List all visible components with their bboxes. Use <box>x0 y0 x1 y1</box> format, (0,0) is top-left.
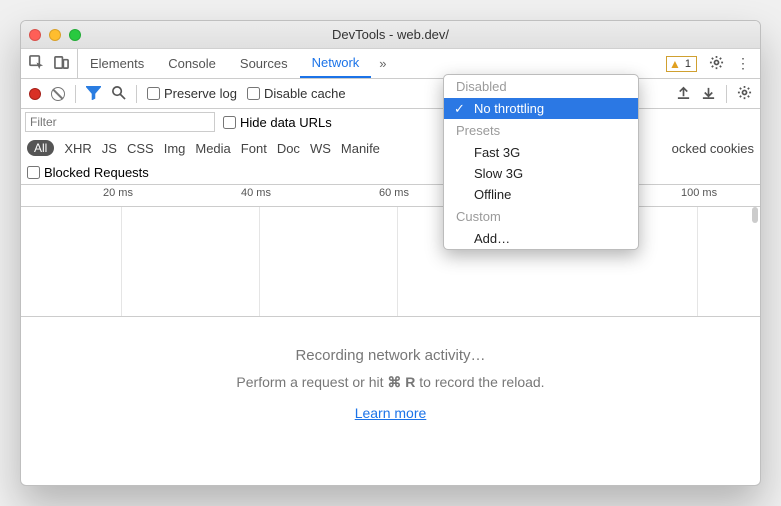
menu-item-offline[interactable]: Offline <box>444 184 638 205</box>
devtools-window: DevTools - web.dev/ Elements Console Sou… <box>20 20 761 486</box>
record-button[interactable] <box>29 88 41 100</box>
titlebar: DevTools - web.dev/ <box>21 21 760 49</box>
divider <box>75 85 76 103</box>
type-filter-row: All XHR JS CSS Img Media Font Doc WS Man… <box>21 135 760 161</box>
device-toolbar-icon[interactable] <box>54 55 69 73</box>
main-tabbar: Elements Console Sources Network » ▲ 1 ⋮ <box>21 49 760 79</box>
network-settings-icon[interactable] <box>737 85 752 103</box>
preserve-log-input[interactable] <box>147 87 160 100</box>
divider <box>136 85 137 103</box>
tab-sources[interactable]: Sources <box>228 49 300 78</box>
tab-elements[interactable]: Elements <box>78 49 156 78</box>
disable-cache-checkbox[interactable]: Disable cache <box>247 86 346 101</box>
filter-xhr[interactable]: XHR <box>64 141 91 156</box>
close-window-button[interactable] <box>29 29 41 41</box>
timeline-tick: 60 ms <box>379 187 409 199</box>
filter-css[interactable]: CSS <box>127 141 154 156</box>
preserve-log-checkbox[interactable]: Preserve log <box>147 86 237 101</box>
filter-ws[interactable]: WS <box>310 141 331 156</box>
hide-data-urls-label: Hide data URLs <box>240 115 332 130</box>
empty-state: Recording network activity… Perform a re… <box>21 317 760 422</box>
timeline-gridline <box>697 207 698 316</box>
disable-cache-label: Disable cache <box>264 86 346 101</box>
preserve-log-label: Preserve log <box>164 86 237 101</box>
filter-row: Hide data URLs <box>21 109 760 135</box>
blocked-requests-checkbox[interactable]: Blocked Requests <box>27 165 149 180</box>
filter-font[interactable]: Font <box>241 141 267 156</box>
filter-input[interactable] <box>25 112 215 132</box>
network-toolbar: Preserve log Disable cache <box>21 79 760 109</box>
filter-js[interactable]: JS <box>102 141 117 156</box>
menu-item-fast-3g[interactable]: Fast 3G <box>444 142 638 163</box>
window-title: DevTools - web.dev/ <box>21 27 760 42</box>
throttling-menu: Disabled No throttling Presets Fast 3G S… <box>443 74 639 250</box>
settings-icon[interactable] <box>709 55 724 73</box>
filter-blocked-cookies[interactable]: ocked cookies <box>672 141 754 156</box>
hide-data-urls-input[interactable] <box>223 116 236 129</box>
tabbar-right: ▲ 1 ⋮ <box>656 49 760 78</box>
timeline-tick: 20 ms <box>103 187 133 199</box>
filter-manifest[interactable]: Manife <box>341 141 380 156</box>
menu-item-no-throttling[interactable]: No throttling <box>444 98 638 119</box>
blocked-requests-label: Blocked Requests <box>44 165 149 180</box>
empty-line1: Recording network activity… <box>21 347 760 364</box>
timeline-tick: 40 ms <box>241 187 271 199</box>
menu-group-custom: Custom <box>444 205 638 228</box>
warnings-badge[interactable]: ▲ 1 <box>666 56 697 72</box>
timeline-gridline <box>121 207 122 316</box>
learn-more-link[interactable]: Learn more <box>355 405 427 421</box>
zoom-window-button[interactable] <box>69 29 81 41</box>
blocked-requests-row: Blocked Requests <box>21 161 760 185</box>
traffic-lights <box>29 29 81 41</box>
warning-count: 1 <box>685 58 691 70</box>
filter-toggle-icon[interactable] <box>86 85 101 103</box>
tab-network[interactable]: Network <box>300 49 372 78</box>
disable-cache-input[interactable] <box>247 87 260 100</box>
menu-item-slow-3g[interactable]: Slow 3G <box>444 163 638 184</box>
filter-doc[interactable]: Doc <box>277 141 300 156</box>
search-icon[interactable] <box>111 85 126 103</box>
blocked-requests-input[interactable] <box>27 166 40 179</box>
filter-media[interactable]: Media <box>195 141 230 156</box>
menu-item-add[interactable]: Add… <box>444 228 638 249</box>
filter-all[interactable]: All <box>27 140 54 156</box>
inspect-tools <box>21 49 78 78</box>
timeline-gridline <box>259 207 260 316</box>
panel-tabs: Elements Console Sources Network <box>78 49 371 78</box>
menu-group-presets: Presets <box>444 119 638 142</box>
menu-group-disabled: Disabled <box>444 75 638 98</box>
download-icon[interactable] <box>701 85 716 103</box>
hide-data-urls-checkbox[interactable]: Hide data URLs <box>223 115 332 130</box>
timeline-header[interactable]: 20 ms 40 ms 60 ms 100 ms <box>21 185 760 207</box>
scrollbar-thumb[interactable] <box>752 207 758 223</box>
divider <box>726 85 727 103</box>
timeline-gridline <box>397 207 398 316</box>
empty-line2: Perform a request or hit ⌘ R to record t… <box>21 374 760 391</box>
minimize-window-button[interactable] <box>49 29 61 41</box>
upload-icon[interactable] <box>676 85 691 103</box>
timeline-tick: 100 ms <box>681 187 717 199</box>
warning-icon: ▲ <box>669 57 681 71</box>
filter-img[interactable]: Img <box>164 141 186 156</box>
tab-console[interactable]: Console <box>156 49 228 78</box>
clear-button[interactable] <box>51 87 65 101</box>
inspect-element-icon[interactable] <box>29 55 44 73</box>
timeline-body[interactable] <box>21 207 760 317</box>
more-options-icon[interactable]: ⋮ <box>736 55 750 72</box>
more-tabs-icon[interactable]: » <box>371 49 394 78</box>
